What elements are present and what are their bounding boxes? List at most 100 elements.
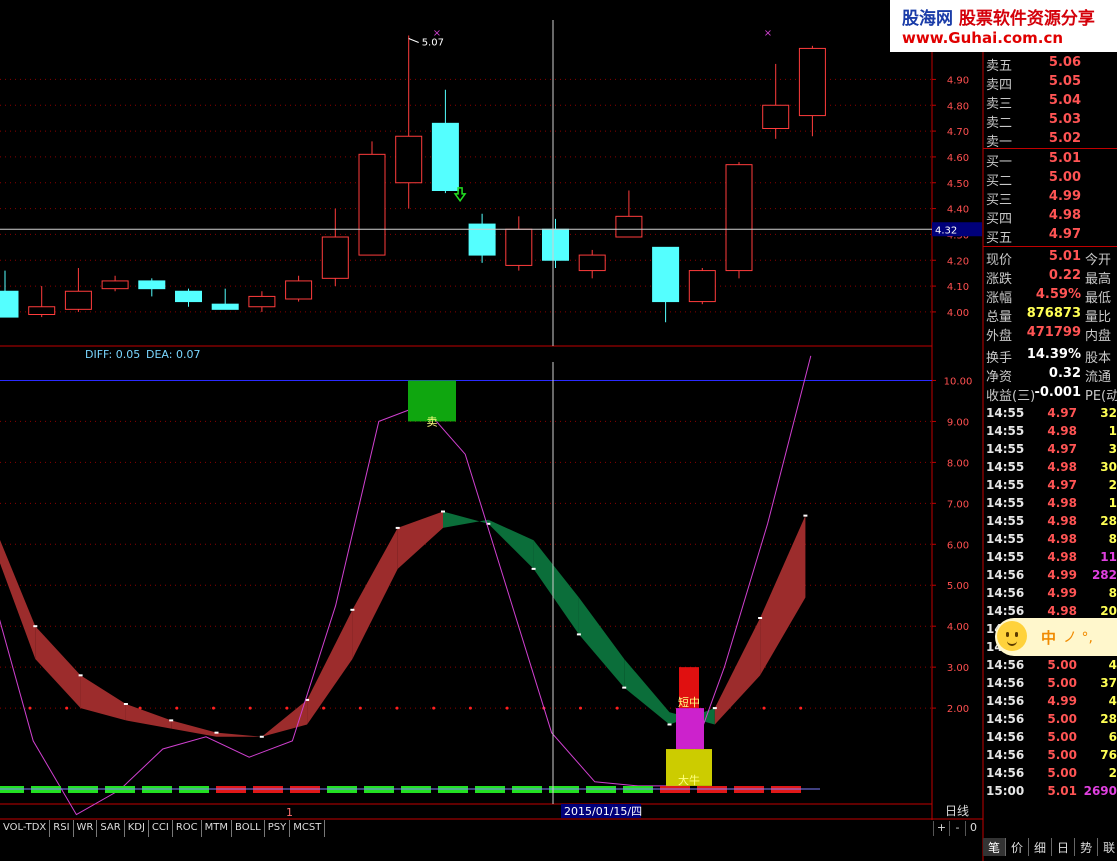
candle-body (762, 104, 790, 129)
quote-stat-row-label2: 最低 (1085, 291, 1112, 306)
indicator-tab-sar[interactable]: SAR (97, 820, 125, 837)
tick-time: 14:55 (986, 532, 1025, 546)
reference-dot (322, 706, 326, 710)
tick-row[interactable]: 14:56 4.99 4 (983, 693, 1117, 711)
reference-dot (432, 706, 436, 710)
tick-row[interactable]: 14:56 5.00 76 (983, 747, 1117, 765)
indicator-tab-rsi[interactable]: RSI (50, 820, 74, 837)
right-panel-tab[interactable]: 日 (1052, 838, 1076, 856)
tick-row[interactable]: 14:56 4.99 8 (983, 585, 1117, 603)
price-tick-label: 4.10 (947, 282, 969, 293)
ime-mode-label: 中 (1041, 629, 1057, 647)
price-tick-label: 4.60 (947, 153, 969, 164)
tick-time: 15:00 (986, 784, 1025, 798)
candle-body (138, 280, 166, 290)
tick-row[interactable]: 14:55 4.98 30 (983, 459, 1117, 477)
stock-chart[interactable]: 卖短中大牛 4.904.804.704.604.504.404.304.204.… (0, 0, 1117, 861)
indicator-tab-kdj[interactable]: KDJ (125, 820, 149, 837)
band-marker (441, 510, 445, 513)
fundamental-row-label2: 流通 (1085, 370, 1112, 385)
right-panel-tab[interactable]: 势 (1075, 838, 1099, 856)
indicator-tab-cci[interactable]: CCI (149, 820, 173, 837)
tick-time: 14:55 (986, 478, 1025, 492)
tick-volume: 282 (1091, 568, 1117, 582)
order-book-row-value: 4.97 (1048, 227, 1081, 242)
candle-body (321, 236, 349, 279)
tick-row[interactable]: 14:56 5.00 28 (983, 711, 1117, 729)
indicator-tick-label: 7.00 (947, 499, 969, 510)
tick-volume: 28 (1100, 712, 1117, 726)
tick-row[interactable]: 14:56 5.00 4 (983, 657, 1117, 675)
tick-row[interactable]: 14:55 4.97 2 (983, 477, 1117, 495)
candle-body (468, 223, 496, 256)
order-book-row-value: 5.00 (1048, 170, 1081, 185)
trend-band-segment (443, 511, 489, 528)
tick-row[interactable]: 14:55 4.98 28 (983, 513, 1117, 531)
tick-time: 14:55 (986, 442, 1025, 456)
tick-volume: 2 (1108, 766, 1117, 780)
order-book-row: 买一 5.01 (983, 150, 1117, 170)
tick-volume: 2690 (1083, 784, 1117, 798)
tick-price: 5.00 (1047, 658, 1077, 672)
reference-dot (762, 706, 766, 710)
tick-time: 14:55 (986, 514, 1025, 528)
tick-volume: 4 (1108, 658, 1117, 672)
indicator-tick-label: 10.00 (944, 376, 973, 387)
cross-marker: × (433, 28, 441, 39)
indicator-tab-mcst[interactable]: MCST (290, 820, 326, 837)
indicator-tab-vol-tdx[interactable]: VOL-TDX (0, 820, 51, 837)
quote-stat-row: 总量 876873 量比 (983, 305, 1117, 325)
tick-price: 4.98 (1047, 496, 1077, 510)
right-panel-tab[interactable]: 联 (1098, 838, 1117, 856)
indicator-tick-label: 6.00 (947, 540, 969, 551)
tick-row[interactable]: 14:55 4.98 1 (983, 495, 1117, 513)
tick-row[interactable]: 14:56 5.00 2 (983, 765, 1117, 783)
tick-time: 14:56 (986, 712, 1025, 726)
fundamental-row: 净资 0.32 流通 (983, 365, 1117, 385)
tick-row[interactable]: 14:56 5.00 37 (983, 675, 1117, 693)
reference-dot (358, 706, 362, 710)
watermark-logo-text: 股海网 (902, 9, 953, 29)
zoom-out-button[interactable]: - (949, 821, 965, 836)
order-book-row: 卖四 5.05 (983, 73, 1117, 93)
tick-row[interactable]: 14:56 4.99 282 (983, 567, 1117, 585)
tick-row[interactable]: 14:55 4.97 32 (983, 405, 1117, 423)
tick-row[interactable]: 14:55 4.98 8 (983, 531, 1117, 549)
indicator-tab-psy[interactable]: PSY (265, 820, 291, 837)
tick-volume: 8 (1108, 532, 1117, 546)
tick-row[interactable]: 14:55 4.98 1 (983, 423, 1117, 441)
trend-band-segment (171, 720, 217, 737)
indicator-tab-wr[interactable]: WR (74, 820, 98, 837)
band-marker (350, 608, 355, 611)
tick-row[interactable]: 14:55 4.98 11 (983, 549, 1117, 567)
crosshair-price-label: 4.32 (935, 225, 957, 236)
indicator-tab-boll[interactable]: BOLL (232, 820, 265, 837)
order-book-row-value: 5.03 (1048, 112, 1081, 127)
indicator-tab-roc[interactable]: ROC (173, 820, 202, 837)
right-panel-tab[interactable]: 笔 (983, 838, 1007, 856)
right-panel-tab[interactable]: 细 (1029, 838, 1053, 856)
trend-band-segment (352, 527, 398, 659)
indicator-tab-mtm[interactable]: MTM (202, 820, 233, 837)
zoom-in-button[interactable]: + (933, 821, 949, 836)
quote-stat-row-value: 471799 (1026, 325, 1081, 340)
tick-row[interactable]: 15:00 5.01 2690 (983, 783, 1117, 801)
band-marker (259, 735, 264, 738)
trend-band-segment (35, 626, 81, 709)
tick-time: 14:55 (986, 550, 1025, 564)
tick-volume: 4 (1108, 694, 1117, 708)
zoom-reset-button[interactable]: 0 (965, 821, 981, 836)
tick-row[interactable]: 14:55 4.97 3 (983, 441, 1117, 459)
price-tick-label: 4.20 (947, 256, 969, 267)
band-marker (576, 633, 581, 636)
tick-time: 14:56 (986, 676, 1025, 690)
quote-stat-row-label2: 今开 (1085, 253, 1112, 268)
tick-row[interactable]: 14:56 5.00 6 (983, 729, 1117, 747)
signal-label: 大牛 (678, 773, 700, 787)
ime-status-bar[interactable]: 中 ノ °, (995, 618, 1117, 656)
candle-body (505, 228, 533, 266)
right-panel-tab[interactable]: 价 (1006, 838, 1030, 856)
price-tick-label: 4.00 (947, 308, 969, 319)
order-book-row-value: 5.02 (1048, 131, 1081, 146)
candle-body (615, 215, 643, 238)
